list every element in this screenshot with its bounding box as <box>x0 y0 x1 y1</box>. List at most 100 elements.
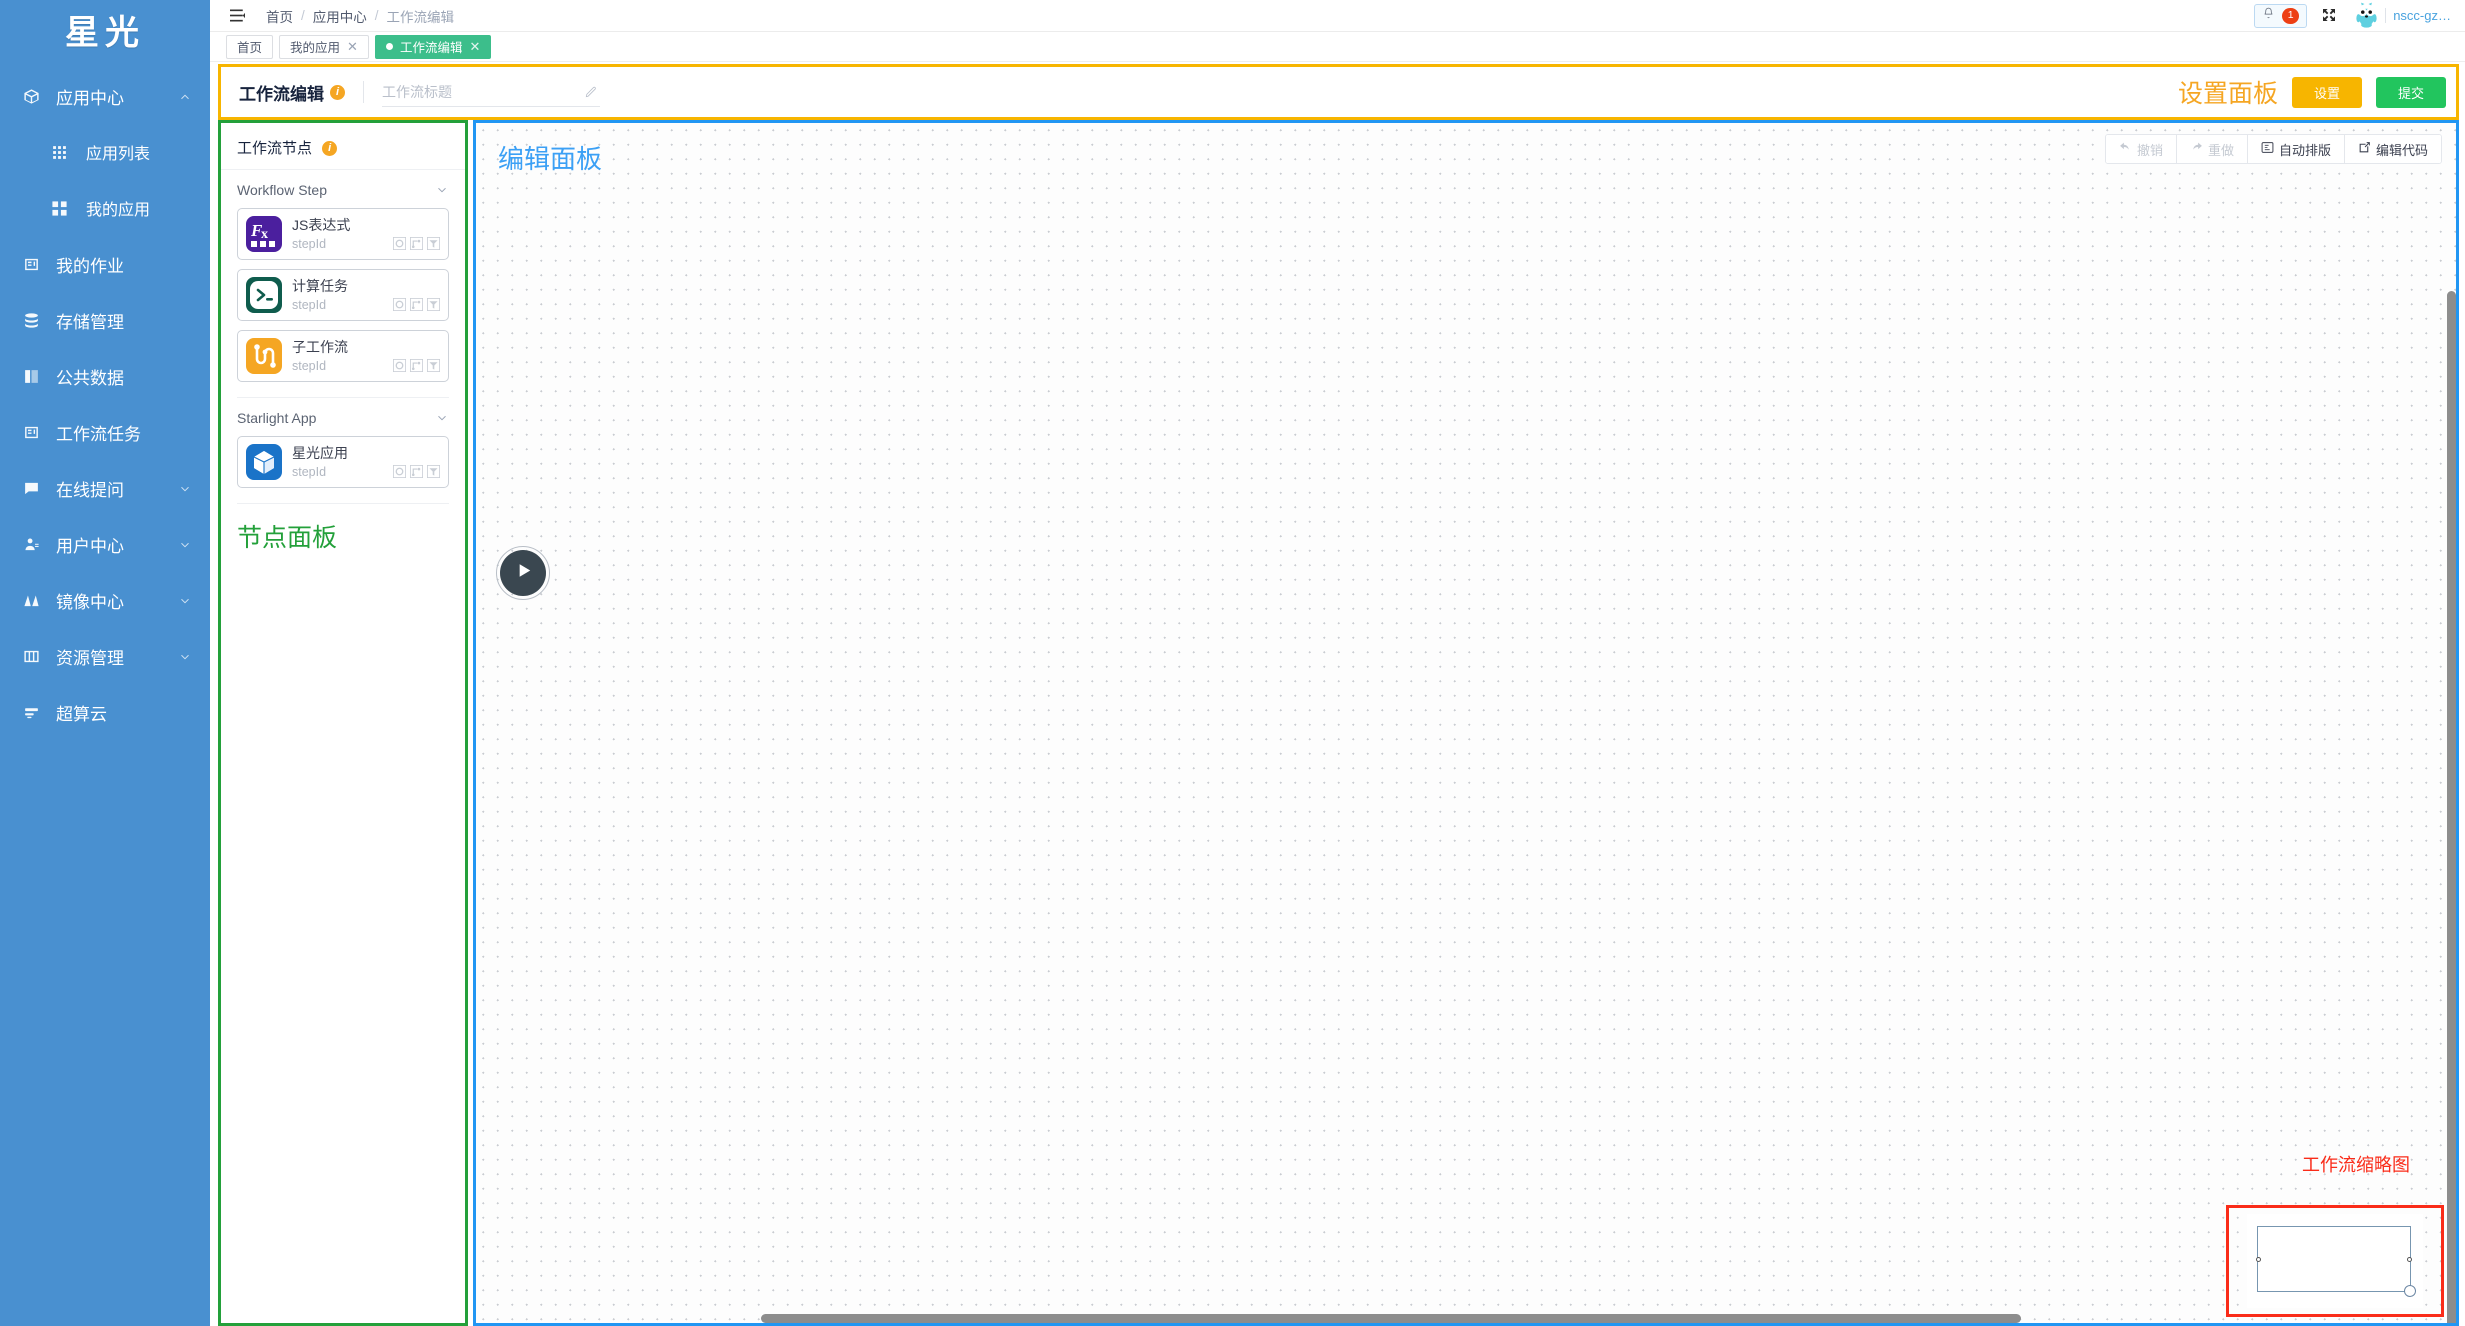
settings-button[interactable]: 设置 <box>2291 76 2362 108</box>
submit-button[interactable]: 提交 <box>2375 76 2446 108</box>
hamburger-icon[interactable] <box>226 5 248 27</box>
undo-button[interactable]: 撤销 <box>2105 135 2177 163</box>
info-icon[interactable]: i <box>330 84 345 100</box>
node-card-step-id: stepId <box>292 236 327 251</box>
scrollbar-thumb[interactable] <box>761 1314 2021 1323</box>
redo-button[interactable]: 重做 <box>2176 135 2248 163</box>
tab-my-apps[interactable]: 我的应用 ✕ <box>279 34 369 59</box>
minimap-port-right-icon <box>2407 1256 2412 1262</box>
breadcrumb-item-current: 工作流编辑 <box>386 9 455 25</box>
tab-workflow-edit[interactable]: 工作流编辑 ✕ <box>374 34 492 59</box>
notification-button[interactable]: 1 <box>2254 3 2308 28</box>
start-node[interactable] <box>496 546 550 600</box>
circle-target-icon[interactable] <box>393 465 406 479</box>
circle-target-icon[interactable] <box>393 298 406 312</box>
settings-panel-annotation: 设置面板 <box>2177 80 2278 108</box>
user-name: nscc-gz… <box>2385 8 2451 23</box>
node-card-meta: stepId <box>292 298 440 312</box>
node-group-workflow-step[interactable]: Workflow Step <box>221 170 465 208</box>
node-card-starlight-app[interactable]: 星光应用 stepId <box>237 436 449 488</box>
sidebar-item-app-center[interactable]: 应用中心 <box>0 68 210 124</box>
tab-home[interactable]: 首页 <box>226 34 274 59</box>
sidebar-item-label: 应用列表 <box>86 146 151 163</box>
fx-icon: F x <box>246 216 282 252</box>
sidebar-item-image-center[interactable]: 镜像中心 <box>0 572 210 628</box>
user-icon <box>20 533 42 555</box>
scrollbar-thumb[interactable] <box>2447 291 2456 1323</box>
node-card-subworkflow[interactable]: 子工作流 stepId <box>237 330 449 382</box>
sidebar-item-workflow-tasks[interactable]: 工作流任务 <box>0 404 210 460</box>
circle-target-icon[interactable] <box>393 237 406 251</box>
close-icon[interactable]: ✕ <box>347 40 358 53</box>
close-icon[interactable]: ✕ <box>469 40 480 53</box>
node-card-compute-task[interactable]: 计算任务 stepId <box>237 269 449 321</box>
breadcrumb-item-home[interactable]: 首页 <box>266 6 293 26</box>
sidebar-item-my-jobs[interactable]: 我的作业 <box>0 236 210 292</box>
filter-icon[interactable] <box>427 237 440 251</box>
minimap[interactable] <box>2226 1205 2444 1317</box>
cube-icon <box>20 85 42 107</box>
terminal-icon <box>246 277 282 313</box>
sidebar-item-online-qa[interactable]: 在线提问 <box>0 460 210 516</box>
branch-icon[interactable] <box>410 298 423 312</box>
node-card-tools <box>393 465 440 479</box>
sidebar-item-my-apps[interactable]: 我的应用 <box>0 180 210 236</box>
minimap-canvas <box>2247 1214 2423 1308</box>
info-icon[interactable]: i <box>322 140 338 156</box>
workflow-canvas[interactable]: 编辑面板 撤销 重做 自动排版 编辑代码 工作流缩略图 <box>473 120 2459 1326</box>
user-menu[interactable]: nscc-gz… <box>2353 2 2451 29</box>
breadcrumb-item-app-center[interactable]: 应用中心 <box>313 6 367 26</box>
branch-icon[interactable] <box>410 237 423 251</box>
sidebar-item-resource-mgmt[interactable]: 资源管理 <box>0 628 210 684</box>
branch-icon[interactable] <box>410 359 423 373</box>
tab-label: 首页 <box>237 41 263 55</box>
pencil-icon[interactable] <box>584 85 598 99</box>
job-icon <box>20 253 42 275</box>
top-bar: 首页 / 应用中心 / 工作流编辑 1 nscc-gz… <box>210 0 2465 32</box>
image-icon <box>20 589 42 611</box>
circle-target-icon[interactable] <box>393 359 406 373</box>
chevron-down-icon[interactable] <box>435 183 449 197</box>
workflow-title-input[interactable] <box>382 83 600 100</box>
notification-badge: 1 <box>2282 7 2300 24</box>
sidebar-item-label: 我的作业 <box>56 256 124 276</box>
node-card-js-expression[interactable]: F x JS表达式 stepId <box>237 208 449 260</box>
workflow-title-field[interactable] <box>382 77 600 107</box>
filter-icon[interactable] <box>427 465 440 479</box>
sidebar-item-app-list[interactable]: 应用列表 <box>0 124 210 180</box>
sidebar-item-supercomputing-cloud[interactable]: 超算云 <box>0 684 210 740</box>
auto-layout-button[interactable]: 自动排版 <box>2247 135 2345 163</box>
subflow-icon <box>246 338 282 374</box>
workflow-icon <box>20 421 42 443</box>
minimap-viewport[interactable] <box>2256 1226 2416 1297</box>
filter-icon[interactable] <box>427 359 440 373</box>
chat-icon <box>20 477 42 499</box>
minimap-port-left-icon <box>2256 1256 2261 1262</box>
sidebar-item-label: 我的应用 <box>86 202 151 219</box>
node-card-step-id: stepId <box>292 297 327 312</box>
workflow-header-panel: 工作流编辑 i 设置面板 设置 提交 <box>218 64 2459 120</box>
layout-icon <box>2261 141 2274 157</box>
canvas-vertical-scrollbar[interactable] <box>2447 123 2456 1323</box>
branch-icon[interactable] <box>410 465 423 479</box>
node-card-body: JS表达式 stepId <box>292 217 440 251</box>
edit-code-button[interactable]: 编辑代码 <box>2344 135 2441 163</box>
canvas-horizontal-scrollbar[interactable] <box>476 1314 2456 1323</box>
sidebar-item-label: 公共数据 <box>56 368 124 388</box>
sidebar-item-user-center[interactable]: 用户中心 <box>0 516 210 572</box>
node-card-tools <box>393 237 440 251</box>
sidebar-item-public-data[interactable]: 公共数据 <box>0 348 210 404</box>
sidebar-item-storage[interactable]: 存储管理 <box>0 292 210 348</box>
expand-icon[interactable] <box>2321 7 2339 25</box>
minimap-annotation: 工作流缩略图 <box>2302 1155 2410 1175</box>
gopher-avatar <box>2353 2 2380 29</box>
node-group-starlight-app[interactable]: Starlight App <box>221 398 465 436</box>
node-card-body: 计算任务 stepId <box>292 278 440 312</box>
chevron-down-icon[interactable] <box>435 411 449 425</box>
chevron-up-icon <box>178 89 192 103</box>
node-card-step-id: stepId <box>292 464 327 479</box>
tab-strip: 首页 我的应用 ✕ 工作流编辑 ✕ <box>210 32 2465 62</box>
active-dot-icon <box>385 43 393 50</box>
minimap-resize-handle[interactable] <box>2404 1285 2416 1297</box>
filter-icon[interactable] <box>427 298 440 312</box>
